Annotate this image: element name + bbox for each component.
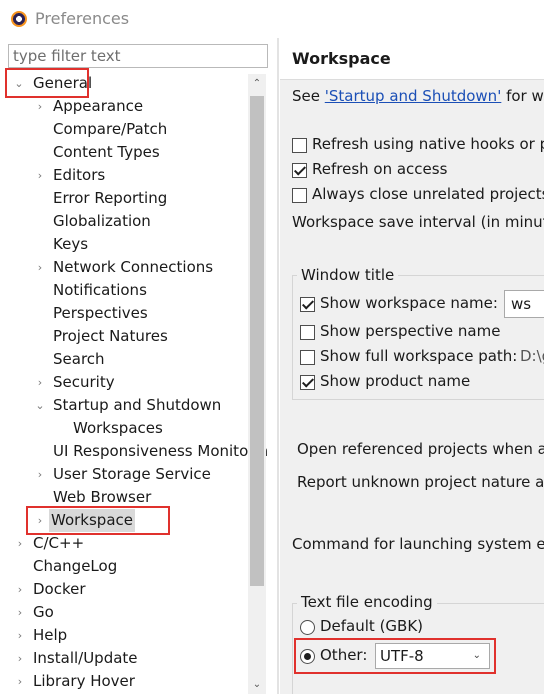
default-encoding-radio[interactable] xyxy=(300,620,315,635)
scrollbar-thumb[interactable] xyxy=(250,96,264,586)
show-product-label: Show product name xyxy=(320,372,471,390)
refresh-native-label: Refresh using native hooks or polling xyxy=(312,135,544,153)
preference-tree: ⌄ General › Appearance Compare/Patch Con… xyxy=(0,72,268,694)
other-encoding-label: Other: xyxy=(320,646,368,664)
chevron-down-icon[interactable]: ⌄ xyxy=(33,394,47,417)
tree-item-label: Perspectives xyxy=(53,304,148,322)
pane-divider[interactable] xyxy=(277,38,279,694)
tree-item-label: Go xyxy=(33,603,54,621)
encoding-select-value: UTF-8 xyxy=(380,647,424,665)
window-title: Preferences xyxy=(35,9,130,28)
open-referenced-label: Open referenced projects when a project … xyxy=(297,440,544,458)
chevron-right-icon[interactable]: › xyxy=(13,670,27,693)
full-path-value: D:\go xyxy=(520,347,544,365)
hint-prefix: See xyxy=(292,87,325,105)
tree-item-label: Startup and Shutdown xyxy=(53,396,222,414)
chevron-right-icon[interactable]: › xyxy=(33,95,47,118)
show-perspective-checkbox[interactable] xyxy=(300,325,315,340)
default-encoding-label: Default (GBK) xyxy=(320,617,424,635)
chevron-right-icon[interactable]: › xyxy=(13,578,27,601)
tree-item-label: Help xyxy=(33,626,68,644)
tree-item-label: Library Hover xyxy=(33,672,135,690)
tree-item-label: Globalization xyxy=(53,212,151,230)
page-header: Workspace xyxy=(280,38,544,80)
tree-item-label: Web Browser xyxy=(53,488,152,506)
refresh-access-checkbox[interactable] xyxy=(292,163,307,178)
tree-item-label: Appearance xyxy=(53,97,144,115)
show-product-checkbox[interactable] xyxy=(300,375,315,390)
show-full-path-checkbox[interactable] xyxy=(300,350,315,365)
tree-item-label: Error Reporting xyxy=(53,189,168,207)
title-bar: Preferences xyxy=(0,0,544,38)
tree-item-label: Project Natures xyxy=(53,327,168,345)
hint-suffix: for workspace startup and shutdown prefe… xyxy=(506,87,544,105)
scroll-up-icon[interactable]: ⌃ xyxy=(248,74,266,94)
chevron-right-icon[interactable]: › xyxy=(33,371,47,394)
tree-item-label: Keys xyxy=(53,235,89,253)
page-title: Workspace xyxy=(292,49,391,68)
chevron-right-icon[interactable]: › xyxy=(13,647,27,670)
workspace-name-input[interactable]: ws xyxy=(504,290,544,318)
show-ws-name-label: Show workspace name: xyxy=(320,294,498,312)
tree-item-label: ChangeLog xyxy=(33,557,118,575)
chevron-down-icon: ⌄ xyxy=(472,650,481,661)
tree-item-label: User Storage Service xyxy=(53,465,211,483)
tree-item-label: Install/Update xyxy=(33,649,138,667)
show-full-path-label: Show full workspace path: xyxy=(320,347,518,365)
tree-scrollbar[interactable]: ⌃ ⌄ xyxy=(248,74,266,694)
always-close-checkbox[interactable] xyxy=(292,188,307,203)
refresh-access-label: Refresh on access xyxy=(312,160,448,178)
startup-hint: See 'Startup and Shutdown' for workspace… xyxy=(292,87,544,105)
eclipse-icon xyxy=(11,11,27,27)
preference-page: Workspace See 'Startup and Shutdown' for… xyxy=(280,38,544,694)
command-explorer-label: Command for launching system explorer: xyxy=(292,535,544,553)
tree-item-label: Search xyxy=(53,350,105,368)
tree-item-label: Workspace xyxy=(49,509,135,532)
chevron-right-icon[interactable]: › xyxy=(33,463,47,486)
tree-item-label: Compare/Patch xyxy=(53,120,168,138)
encoding-group-label: Text file encoding xyxy=(297,593,437,611)
tree-item-label: General xyxy=(33,74,93,92)
tree-item-label: C/C++ xyxy=(33,534,85,552)
chevron-right-icon[interactable]: › xyxy=(13,601,27,624)
window-title-group-label: Window title xyxy=(297,266,399,284)
save-interval-label: Workspace save interval (in minutes): xyxy=(292,213,544,231)
tree-item-label: Editors xyxy=(53,166,106,184)
chevron-right-icon[interactable]: › xyxy=(33,256,47,279)
encoding-select[interactable]: UTF-8 ⌄ xyxy=(375,643,490,669)
chevron-right-icon[interactable]: › xyxy=(33,164,47,187)
tree-item-label: Notifications xyxy=(53,281,147,299)
report-unknown-label: Report unknown project nature as: xyxy=(297,473,544,491)
startup-shutdown-link[interactable]: 'Startup and Shutdown' xyxy=(325,87,502,105)
tree-item-label: Network Connections xyxy=(53,258,214,276)
tree-item-label: Content Types xyxy=(53,143,160,161)
refresh-native-checkbox[interactable] xyxy=(292,138,307,153)
chevron-right-icon[interactable]: › xyxy=(13,624,27,647)
chevron-right-icon[interactable]: › xyxy=(13,532,27,555)
tree-item-label: Security xyxy=(53,373,115,391)
filter-input[interactable] xyxy=(8,44,268,68)
tree-item-label: Workspaces xyxy=(73,419,163,437)
scroll-down-icon[interactable]: ⌄ xyxy=(248,676,266,694)
show-ws-name-checkbox[interactable] xyxy=(300,297,315,312)
always-close-label: Always close unrelated projects without … xyxy=(312,185,544,203)
show-perspective-label: Show perspective name xyxy=(320,322,501,340)
other-encoding-radio[interactable] xyxy=(300,649,315,664)
chevron-down-icon[interactable]: ⌄ xyxy=(12,72,26,95)
tree-item-label: Docker xyxy=(33,580,86,598)
tree-item-label: UI Responsiveness Monitoring xyxy=(53,442,268,460)
chevron-right-icon[interactable]: › xyxy=(33,509,47,532)
